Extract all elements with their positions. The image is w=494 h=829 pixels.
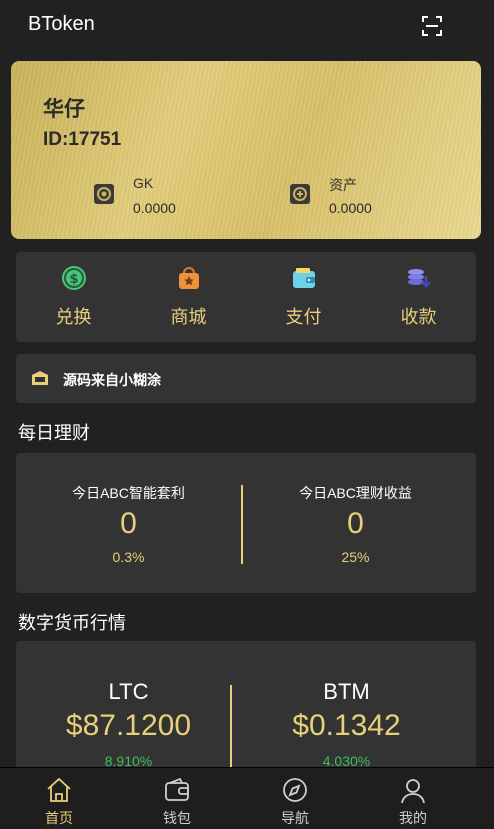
- compass-icon: [281, 776, 309, 804]
- wallet-icon: [290, 264, 318, 292]
- daily-item-value: 0: [347, 507, 364, 540]
- wallet-icon: [163, 776, 191, 804]
- action-label: 商城: [170, 307, 207, 327]
- asset-label: GK: [133, 175, 154, 191]
- daily-item-rate: 25%: [341, 549, 370, 565]
- tab-profile[interactable]: 我的: [354, 768, 472, 829]
- shop-icon: [175, 264, 203, 292]
- user-id: ID:17751: [43, 129, 122, 150]
- daily-panel: 今日ABC智能套利 0 0.3% 今日ABC理财收益 0 25%: [16, 453, 476, 593]
- coin-price: $87.1200: [65, 709, 192, 742]
- receive-button[interactable]: 收款: [361, 252, 476, 342]
- asset-value: 0.0000: [133, 200, 176, 216]
- quick-actions: $ 兑换 商城 支付 收款: [16, 252, 476, 342]
- asset-value: 0.0000: [329, 200, 372, 216]
- daily-item-rate: 0.3%: [112, 549, 145, 565]
- home-icon: [45, 776, 73, 804]
- daily-item-label: 今日ABC理财收益: [299, 485, 412, 501]
- notice-text: 源码来自小糊涂: [63, 372, 161, 388]
- exchange-button[interactable]: $ 兑换: [16, 252, 131, 342]
- daily-item-label: 今日ABC智能套利: [72, 485, 185, 501]
- receive-icon: [405, 264, 433, 292]
- svg-text:$: $: [69, 272, 78, 287]
- tab-home[interactable]: 首页: [0, 768, 118, 829]
- market-section-title: 数字货币行情: [18, 613, 126, 633]
- bottom-tab-bar: 首页 钱包 导航 我的: [0, 767, 494, 829]
- exchange-icon: $: [60, 264, 88, 292]
- tab-label: 我的: [399, 810, 427, 826]
- coin-name: LTC: [108, 679, 149, 704]
- tab-label: 导航: [281, 810, 309, 826]
- tab-wallet[interactable]: 钱包: [118, 768, 236, 829]
- coin-icon: [93, 183, 115, 205]
- coin-price: $0.1342: [292, 709, 401, 742]
- top-bar: BToken: [0, 0, 494, 52]
- action-label: 收款: [400, 307, 437, 327]
- asset-label: 资产: [329, 177, 357, 193]
- user-name: 华仔: [43, 98, 85, 121]
- tab-navigation[interactable]: 导航: [236, 768, 354, 829]
- notice-icon: [30, 369, 50, 387]
- tab-label: 首页: [45, 810, 73, 826]
- scan-icon[interactable]: [420, 14, 444, 38]
- coin-name: BTM: [323, 679, 370, 704]
- daily-item-value: 0: [120, 507, 137, 540]
- user-icon: [399, 776, 427, 804]
- asset-icon: [289, 183, 311, 205]
- account-card: 华仔 ID:17751 GK 0.0000 资产 0.0000: [11, 61, 481, 239]
- market-panel: LTC $87.1200 8.910% BTM $0.1342 4.030%: [16, 641, 476, 781]
- tab-label: 钱包: [163, 810, 191, 826]
- pay-button[interactable]: 支付: [246, 252, 361, 342]
- action-label: 兑换: [55, 307, 92, 327]
- notice-bar[interactable]: 源码来自小糊涂: [16, 354, 476, 403]
- app-title: BToken: [28, 13, 95, 35]
- daily-section-title: 每日理财: [18, 423, 90, 443]
- action-label: 支付: [285, 307, 322, 327]
- shop-button[interactable]: 商城: [131, 252, 246, 342]
